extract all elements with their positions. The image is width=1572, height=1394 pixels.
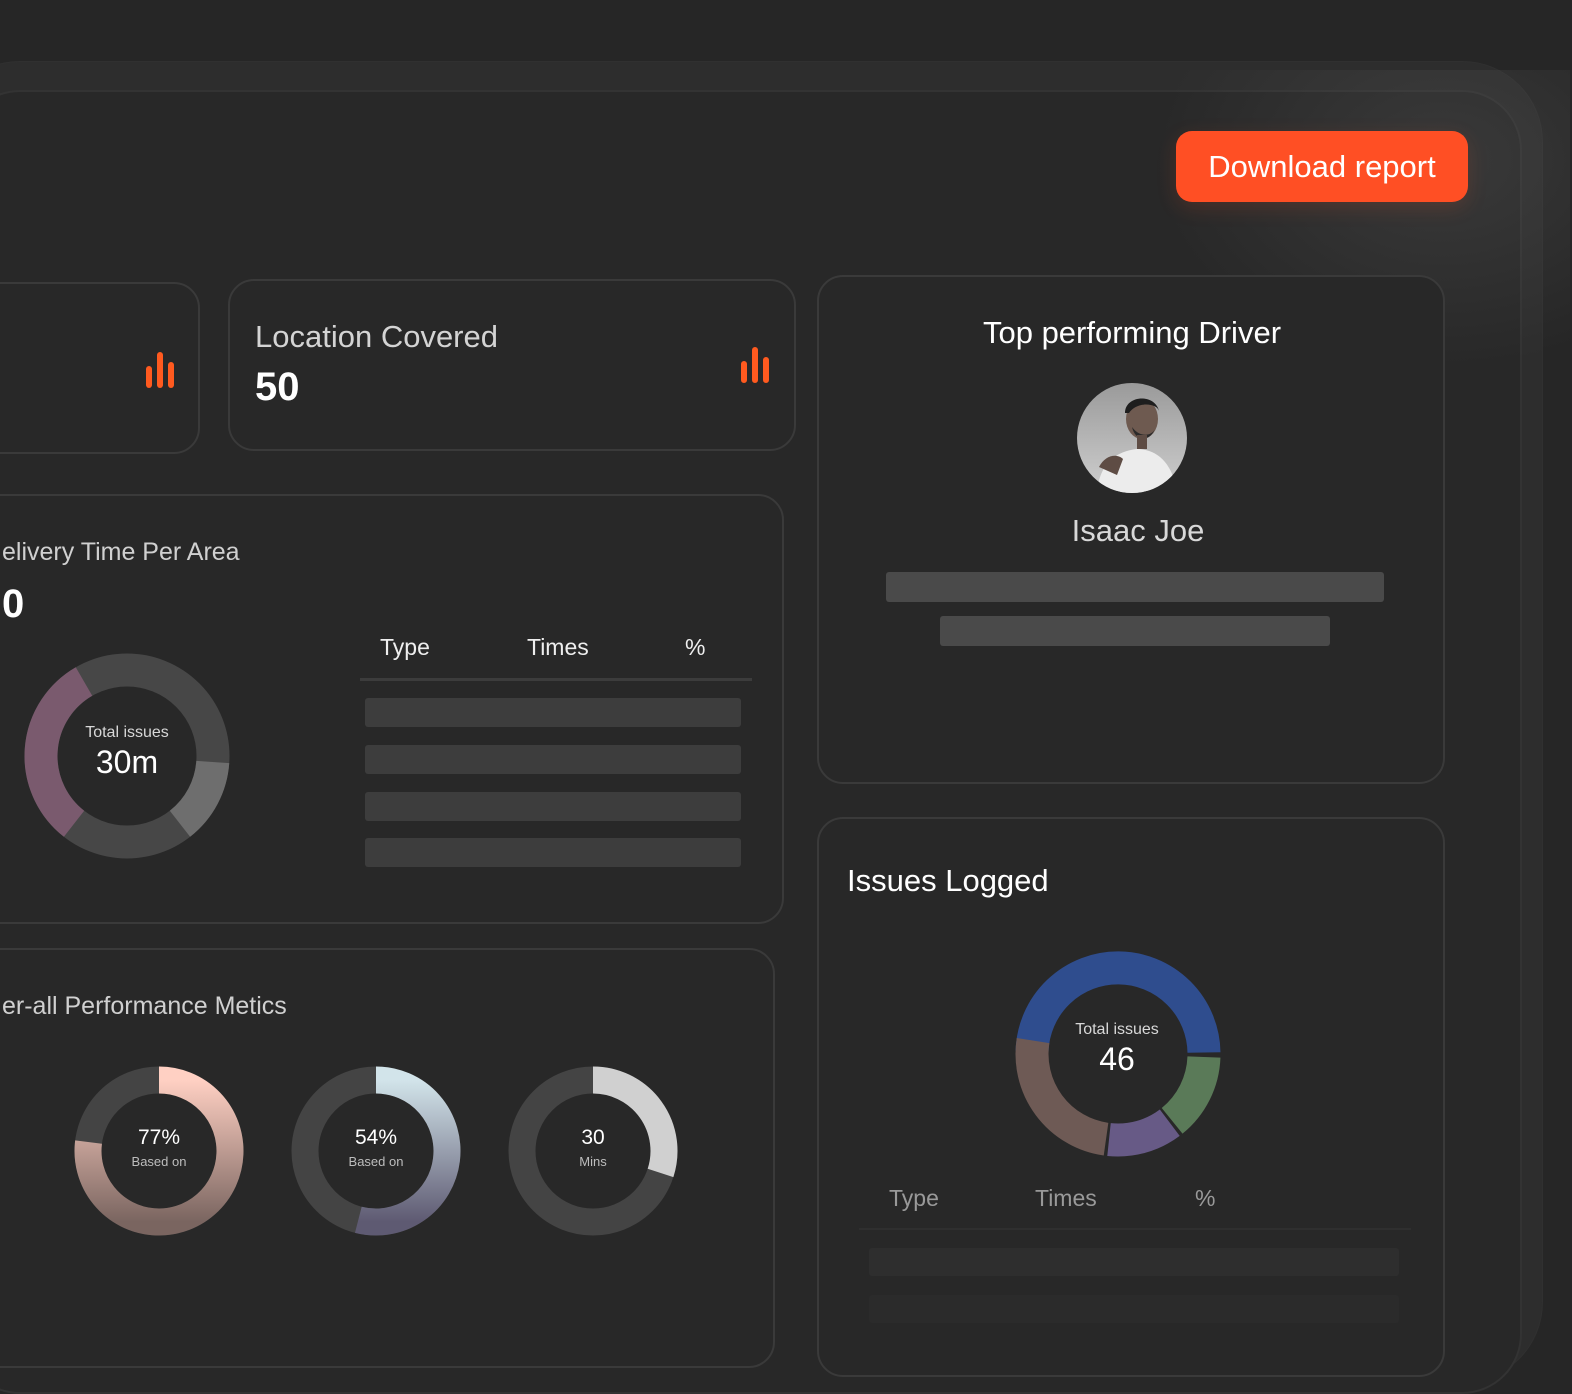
table-row-placeholder: [365, 745, 741, 774]
table-header-percent: %: [685, 634, 706, 660]
table-header-times: Times: [527, 634, 589, 660]
top-driver-card: Top performing Driver Isaac Joe: [817, 275, 1445, 784]
table-header-percent: %: [1195, 1185, 1216, 1211]
stat-card-partial: [0, 282, 200, 454]
stat-card-location-covered: Location Covered 50: [228, 279, 796, 451]
bar-chart-icon: [741, 347, 769, 383]
table-row-placeholder: [365, 792, 741, 821]
table-row-placeholder: [365, 838, 741, 867]
gauge-label: Based on: [348, 1154, 404, 1169]
delivery-time-card: elivery Time Per Area 0 Total issues 30m…: [0, 494, 784, 924]
table-divider: [360, 678, 752, 681]
delivery-donut-center: Total issues 30m: [67, 724, 187, 781]
delivery-value: 0: [2, 582, 25, 626]
driver-info-placeholder: [940, 616, 1330, 646]
delivery-title: elivery Time Per Area: [2, 538, 240, 566]
gauge-center: 30 Mins: [533, 1126, 653, 1169]
gauge-center: 77% Based on: [99, 1126, 219, 1169]
driver-avatar: [1077, 383, 1187, 493]
table-row-placeholder: [869, 1248, 1399, 1276]
gauge-value: 30: [581, 1126, 605, 1149]
gauge-value: 54%: [354, 1126, 398, 1149]
gauge-label: Mins: [579, 1154, 607, 1169]
table-header-times: Times: [1035, 1185, 1097, 1211]
issues-donut-center: Total issues 46: [1057, 1021, 1177, 1078]
table-row-placeholder: [869, 1295, 1399, 1323]
stat-value: 50: [255, 365, 300, 409]
gauge-value: 77%: [137, 1126, 181, 1149]
download-report-button[interactable]: Download report: [1176, 131, 1468, 202]
table-divider: [859, 1228, 1411, 1230]
donut-value: 46: [1099, 1041, 1135, 1077]
stat-title: Location Covered: [255, 319, 498, 354]
performance-metrics-card: er-all Performance Metics 77% Based on 5…: [0, 948, 775, 1368]
driver-card-title: Top performing Driver: [982, 315, 1282, 350]
issues-logged-card: Issues Logged Total issues 46 Type Times…: [817, 817, 1445, 1377]
issues-title: Issues Logged: [847, 863, 1049, 898]
performance-title: er-all Performance Metics: [2, 992, 287, 1020]
bar-chart-icon: [146, 352, 174, 388]
driver-info-placeholder: [886, 572, 1384, 602]
gauge-label: Based on: [131, 1154, 187, 1169]
donut-value: 30m: [95, 744, 159, 780]
donut-label: Total issues: [85, 724, 169, 741]
table-row-placeholder: [365, 698, 741, 727]
table-header-type: Type: [889, 1185, 939, 1211]
table-header-type: Type: [380, 634, 430, 660]
donut-label: Total issues: [1075, 1021, 1159, 1038]
gauge-center: 54% Based on: [316, 1126, 436, 1169]
driver-name: Isaac Joe: [1071, 513, 1205, 548]
